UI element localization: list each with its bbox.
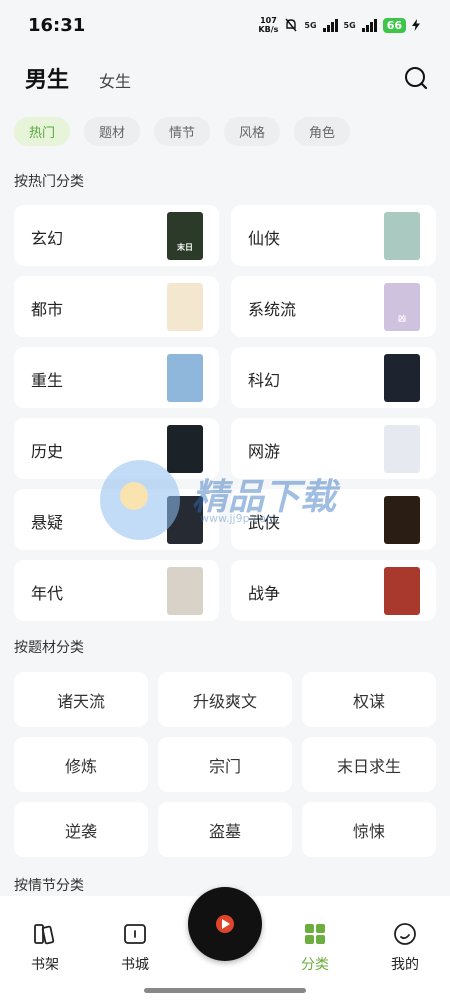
genre-name: 悬疑	[31, 513, 64, 532]
section-title-theme: 按题材分类	[14, 640, 84, 656]
nav-bookstore[interactable]: 书城	[100, 896, 170, 986]
genre-card[interactable]: 玄幻 末日	[14, 205, 219, 266]
nav-mine[interactable]: 我的	[370, 896, 440, 986]
book-cover	[167, 567, 203, 615]
book-icon	[124, 924, 146, 944]
genre-card[interactable]: 网游	[231, 418, 436, 479]
theme-button[interactable]: 诸天流	[14, 672, 148, 727]
genre-card[interactable]: 仙侠	[231, 205, 436, 266]
nav-label: 分类	[301, 957, 329, 973]
signal-icon	[322, 18, 338, 32]
theme-button[interactable]: 权谋	[302, 672, 436, 727]
genre-name: 仙侠	[248, 229, 281, 248]
home-indicator[interactable]	[144, 988, 306, 993]
theme-button[interactable]: 盗墓	[158, 802, 292, 857]
audio-play-button[interactable]	[188, 887, 262, 961]
genre-name: 年代	[31, 584, 64, 603]
book-cover	[167, 425, 203, 473]
theme-button[interactable]: 宗门	[158, 737, 292, 792]
nav-label: 我的	[391, 957, 419, 973]
theme-button[interactable]: 惊悚	[302, 802, 436, 857]
tab-female[interactable]: 女生	[99, 68, 131, 92]
filter-plot[interactable]: 情节	[154, 117, 210, 146]
theme-button[interactable]: 逆袭	[14, 802, 148, 857]
book-cover	[384, 496, 420, 544]
tab-male[interactable]: 男生	[25, 62, 69, 94]
genre-card[interactable]: 都市	[14, 276, 219, 337]
status-time: 16:31	[28, 15, 86, 36]
play-icon	[222, 919, 230, 929]
theme-button[interactable]: 末日求生	[302, 737, 436, 792]
charging-icon	[412, 19, 420, 31]
top-bar: 男生 女生	[0, 58, 450, 98]
smile-icon	[394, 923, 416, 945]
network-type-2: 5G	[343, 20, 356, 30]
theme-button[interactable]: 升级爽文	[158, 672, 292, 727]
nav-bookshelf[interactable]: 书架	[10, 896, 80, 986]
grid-icon	[305, 924, 325, 944]
book-cover	[167, 283, 203, 331]
nav-label: 书架	[31, 957, 59, 973]
genre-name: 武侠	[248, 513, 281, 532]
genre-name: 重生	[31, 371, 64, 390]
genre-name: 科幻	[248, 371, 281, 390]
battery-indicator: 66	[382, 17, 406, 33]
genre-card[interactable]: 科幻	[231, 347, 436, 408]
status-icons: 107 KB/s 5G 5G 66	[258, 16, 420, 34]
nav-category[interactable]: 分类	[280, 896, 350, 986]
nav-label: 书城	[121, 957, 149, 973]
filter-role[interactable]: 角色	[294, 117, 350, 146]
genre-card[interactable]: 重生	[14, 347, 219, 408]
genre-name: 历史	[31, 442, 64, 461]
genre-name: 战争	[248, 584, 281, 603]
section-title-plot: 按情节分类	[14, 878, 84, 894]
genre-name: 系统流	[248, 300, 297, 319]
network-speed: 107 KB/s	[258, 16, 279, 34]
book-cover: 凶	[384, 283, 420, 331]
theme-grid: 诸天流 升级爽文 权谋 修炼 宗门 末日求生 逆袭 盗墓 惊悚	[14, 672, 436, 857]
genre-name: 都市	[31, 300, 64, 319]
signal-icon-2	[361, 18, 377, 32]
filter-style[interactable]: 风格	[224, 117, 280, 146]
book-cover	[384, 425, 420, 473]
network-type-1: 5G	[304, 20, 317, 30]
bottom-nav: 书架 书城 分类 我的	[0, 887, 450, 1001]
book-cover	[384, 567, 420, 615]
book-cover	[167, 354, 203, 402]
mute-bell-icon	[285, 18, 297, 32]
book-cover	[384, 212, 420, 260]
genre-card[interactable]: 系统流 凶	[231, 276, 436, 337]
bookshelf-icon	[34, 924, 55, 945]
genre-card[interactable]: 战争	[231, 560, 436, 621]
book-cover	[384, 354, 420, 402]
genre-card[interactable]: 悬疑	[14, 489, 219, 550]
genre-grid: 玄幻 末日 仙侠 都市 系统流 凶 重生 科幻 历史 网游 悬疑 武侠 年代 战争	[14, 205, 436, 621]
search-icon[interactable]	[404, 66, 428, 90]
book-cover	[167, 496, 203, 544]
book-cover: 末日	[167, 212, 203, 260]
filter-tabs: 热门 题材 情节 风格 角色	[14, 117, 350, 146]
genre-card[interactable]: 武侠	[231, 489, 436, 550]
status-bar: 16:31 107 KB/s 5G 5G 66	[0, 0, 450, 54]
filter-theme[interactable]: 题材	[84, 117, 140, 146]
genre-name: 玄幻	[31, 229, 64, 248]
genre-card[interactable]: 历史	[14, 418, 219, 479]
genre-card[interactable]: 年代	[14, 560, 219, 621]
filter-hot[interactable]: 热门	[14, 117, 70, 146]
theme-button[interactable]: 修炼	[14, 737, 148, 792]
genre-name: 网游	[248, 442, 281, 461]
section-title-hot: 按热门分类	[14, 174, 84, 190]
